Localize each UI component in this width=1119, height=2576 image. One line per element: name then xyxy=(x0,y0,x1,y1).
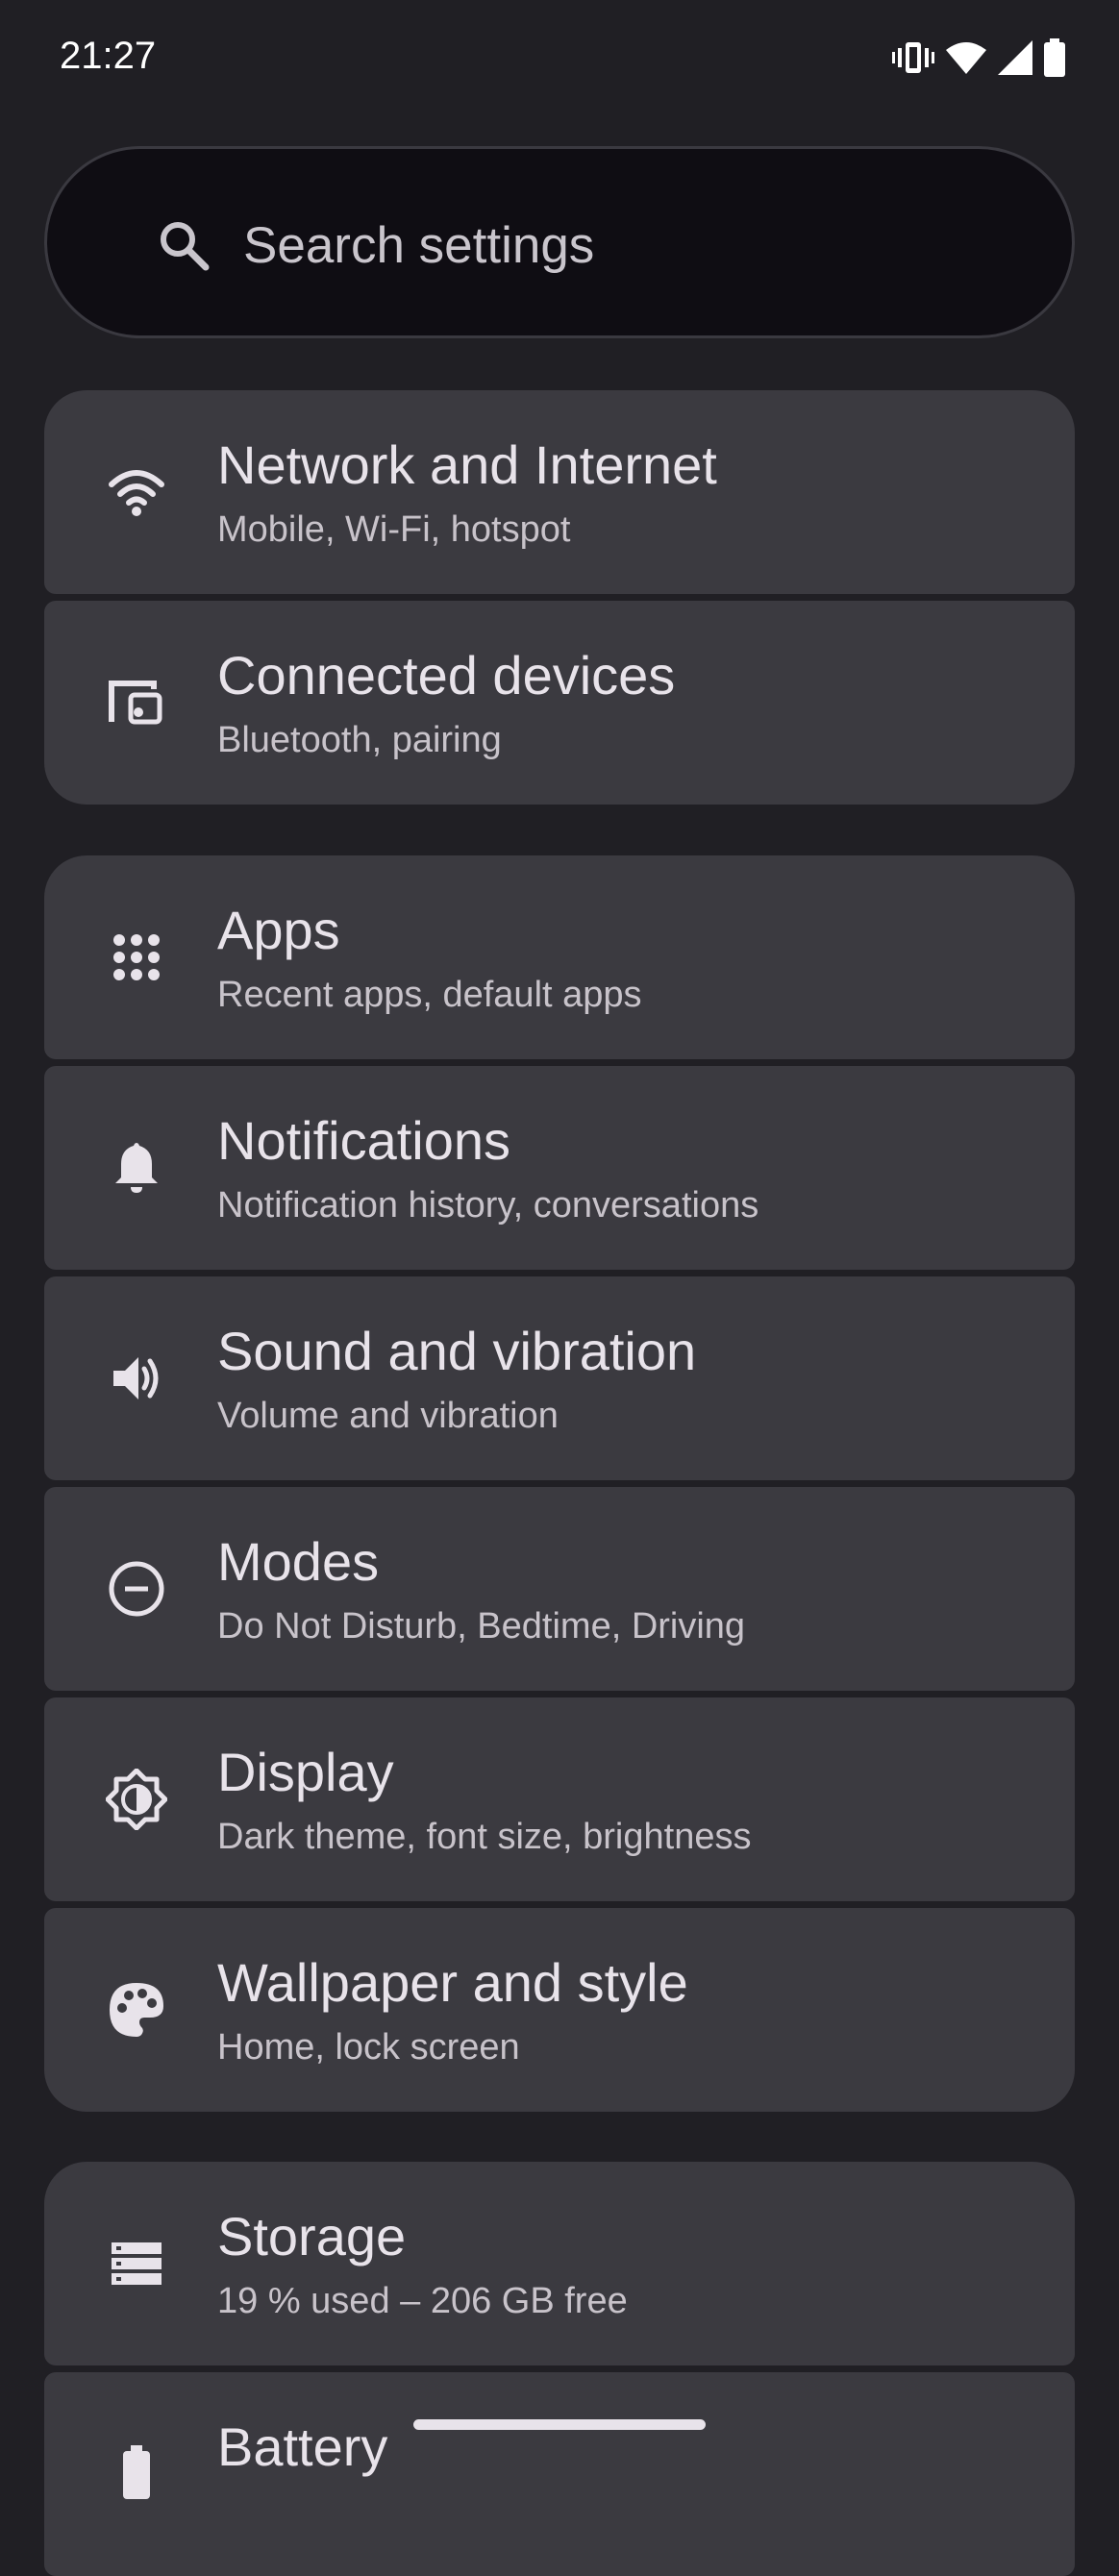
setting-display[interactable]: Display Dark theme, font size, brightnes… xyxy=(44,1697,1075,1901)
setting-subtitle: Bluetooth, pairing xyxy=(217,720,502,760)
palette-icon xyxy=(106,1979,167,2041)
setting-subtitle: Volume and vibration xyxy=(217,1396,559,1436)
setting-title: Display xyxy=(217,1742,394,1802)
search-icon xyxy=(157,218,211,272)
wifi-status-icon xyxy=(946,40,986,75)
status-bar: 21:27 xyxy=(0,0,1119,125)
search-placeholder: Search settings xyxy=(243,217,595,274)
setting-subtitle: Mobile, Wi-Fi, hotspot xyxy=(217,509,571,550)
devices-icon xyxy=(106,672,167,733)
setting-apps[interactable]: Apps Recent apps, default apps xyxy=(44,855,1075,1059)
setting-connected-devices[interactable]: Connected devices Bluetooth, pairing xyxy=(44,601,1075,805)
home-indicator[interactable] xyxy=(413,2419,706,2430)
setting-title: Battery xyxy=(217,2416,388,2477)
setting-subtitle: Home, lock screen xyxy=(217,2027,520,2068)
setting-battery[interactable]: Battery xyxy=(44,2372,1075,2576)
speaker-icon xyxy=(106,1348,167,1409)
battery-status-icon xyxy=(1044,38,1065,77)
setting-title: Sound and vibration xyxy=(217,1321,697,1381)
setting-title: Connected devices xyxy=(217,645,676,706)
setting-title: Notifications xyxy=(217,1110,511,1171)
status-icons xyxy=(892,38,1065,77)
setting-title: Apps xyxy=(217,900,340,960)
brightness-icon xyxy=(106,1769,167,1830)
setting-network-and-internet[interactable]: Network and Internet Mobile, Wi-Fi, hots… xyxy=(44,390,1075,594)
status-time: 21:27 xyxy=(60,35,157,77)
setting-subtitle: Notification history, conversations xyxy=(217,1185,759,1226)
do-not-disturb-icon xyxy=(106,1558,167,1620)
setting-wallpaper-and-style[interactable]: Wallpaper and style Home, lock screen xyxy=(44,1908,1075,2112)
wifi-icon xyxy=(106,461,167,523)
setting-title: Wallpaper and style xyxy=(217,1952,688,2013)
setting-subtitle: Do Not Disturb, Bedtime, Driving xyxy=(217,1606,746,1647)
setting-title: Modes xyxy=(217,1531,380,1592)
setting-storage[interactable]: Storage 19 % used – 206 GB free xyxy=(44,2162,1075,2365)
setting-subtitle: Recent apps, default apps xyxy=(217,975,642,1015)
battery-icon xyxy=(106,2443,167,2505)
setting-subtitle: 19 % used – 206 GB free xyxy=(217,2281,628,2321)
storage-icon xyxy=(106,2233,167,2294)
setting-notifications[interactable]: Notifications Notification history, conv… xyxy=(44,1066,1075,1270)
setting-sound-and-vibration[interactable]: Sound and vibration Volume and vibration xyxy=(44,1276,1075,1480)
search-bar[interactable]: Search settings xyxy=(44,146,1075,338)
bell-icon xyxy=(106,1137,167,1199)
cellular-signal-icon xyxy=(998,40,1032,75)
setting-modes[interactable]: Modes Do Not Disturb, Bedtime, Driving xyxy=(44,1487,1075,1691)
setting-subtitle: Dark theme, font size, brightness xyxy=(217,1817,752,1857)
setting-title: Storage xyxy=(217,2206,407,2266)
vibrate-icon xyxy=(892,38,934,77)
setting-title: Network and Internet xyxy=(217,434,717,495)
apps-grid-icon xyxy=(106,927,167,988)
